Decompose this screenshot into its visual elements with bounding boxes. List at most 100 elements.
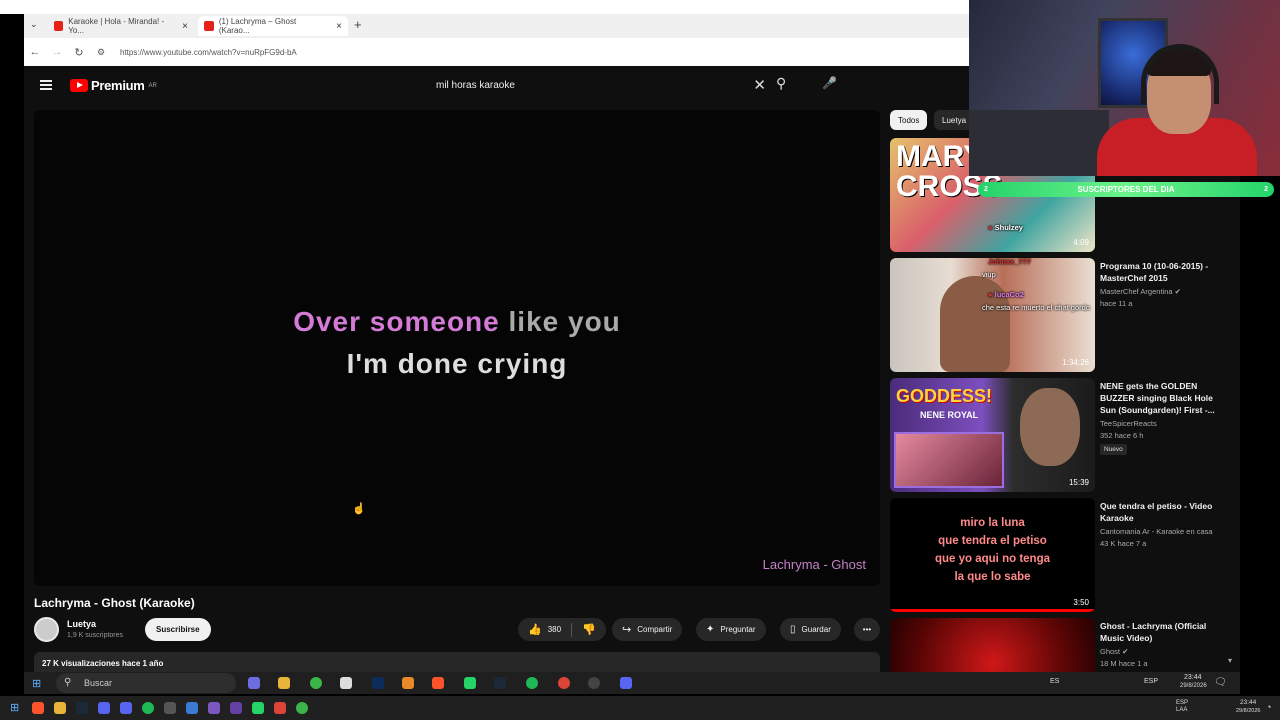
- subscribe-button[interactable]: Suscribirse: [145, 618, 211, 641]
- app-icon[interactable]: [208, 702, 220, 714]
- spotify-icon[interactable]: [142, 702, 154, 714]
- tab-lachryma-ghost[interactable]: (1) Lachryma – Ghost (Karao... ×: [198, 16, 348, 36]
- thumbs-down-icon[interactable]: 👎: [582, 623, 596, 636]
- sub-count-left: 2: [984, 186, 988, 193]
- recommendation-title[interactable]: Programa 10 (10-06-2015) - MasterChef 20…: [1100, 260, 1228, 284]
- brave-icon[interactable]: [432, 677, 444, 689]
- like-button[interactable]: 👍 380 👎: [518, 618, 606, 641]
- file-explorer-icon[interactable]: [54, 702, 66, 714]
- microphone-icon[interactable]: 🎤: [822, 76, 837, 90]
- thumbnail-face: [1020, 388, 1080, 466]
- scroll-down-icon[interactable]: ▾: [1228, 656, 1232, 665]
- recommendation-title[interactable]: NENE gets the GOLDEN BUZZER singing Blac…: [1100, 380, 1228, 416]
- lyric-rest: like you: [508, 306, 621, 337]
- lyric-line-2: I'm done crying: [346, 348, 568, 379]
- steam-icon[interactable]: [494, 677, 506, 689]
- tray-time: 23:44: [1184, 674, 1202, 681]
- brave-icon[interactable]: [32, 702, 44, 714]
- thumbnail-text: GODDESS!: [896, 386, 993, 406]
- app-icon[interactable]: [186, 702, 198, 714]
- chrome-icon[interactable]: [296, 702, 308, 714]
- close-tab-icon[interactable]: ×: [336, 21, 342, 32]
- chat-badge-icon: ●: [988, 223, 993, 232]
- forward-icon[interactable]: →: [46, 46, 68, 58]
- reload-icon[interactable]: ↻: [68, 46, 90, 59]
- app-icon[interactable]: [164, 702, 176, 714]
- youtube-favicon-icon: [54, 21, 64, 31]
- recommendation-item[interactable]: Ghost - Lachryma (Official Music Video) …: [890, 618, 1230, 672]
- notification-icon[interactable]: 🗨: [1214, 677, 1227, 688]
- recommendation-item[interactable]: 1:34:26 Programa 10 (10-06-2015) - Maste…: [890, 258, 1230, 372]
- ask-button[interactable]: ✦ Preguntar: [696, 618, 766, 641]
- site-info-icon[interactable]: ⚙: [90, 47, 112, 58]
- search-icon[interactable]: ⚲: [776, 75, 786, 92]
- thumbnail-lyric-line: la que lo sabe: [954, 571, 1031, 583]
- recommendation-item[interactable]: miro la luna que tendra el petiso que yo…: [890, 498, 1230, 612]
- taskbar-search-label: Buscar: [84, 678, 113, 688]
- file-explorer-icon[interactable]: [278, 677, 290, 689]
- tab-karaoke-hola[interactable]: Karaoke | Hola - Miranda! - Yo... ×: [48, 16, 194, 36]
- tray-language[interactable]: ESP: [1144, 678, 1158, 685]
- recommendation-title[interactable]: Ghost - Lachryma (Official Music Video): [1100, 620, 1228, 644]
- recommendation-item[interactable]: GODDESS! NENE ROYAL 15:39 NENE gets the …: [890, 378, 1230, 492]
- clear-search-icon[interactable]: ✕: [753, 76, 766, 94]
- new-tab-icon[interactable]: +: [354, 17, 362, 32]
- obs-icon[interactable]: [588, 677, 600, 689]
- windows-start-icon[interactable]: ⊞: [10, 701, 19, 714]
- share-button[interactable]: ↪ Compartir: [612, 618, 683, 641]
- twitch-icon[interactable]: [230, 702, 242, 714]
- app-icon[interactable]: [120, 702, 132, 714]
- chip-todos[interactable]: Todos: [890, 110, 928, 130]
- discord-icon[interactable]: [620, 677, 632, 689]
- subscriber-count: 1,9 K suscriptores: [67, 632, 124, 639]
- video-duration: 3:50: [1073, 598, 1089, 607]
- recommendation-title[interactable]: Que tendra el petiso - Video Karaoke: [1100, 500, 1228, 524]
- app-icon[interactable]: [402, 677, 414, 689]
- webcam-overlay: [969, 0, 1280, 176]
- tray-chevron-icon[interactable]: ES: [1050, 678, 1059, 685]
- video-thumbnail[interactable]: GODDESS! NENE ROYAL 15:39: [890, 378, 1095, 492]
- app-icon[interactable]: [340, 677, 352, 689]
- channel-avatar[interactable]: [34, 617, 59, 642]
- verified-icon: ✔: [1174, 287, 1181, 296]
- url-field[interactable]: https://www.youtube.com/watch?v=nuRpFG9d…: [120, 48, 297, 57]
- description-box[interactable]: 27 K visualizaciones hace 1 año: [34, 652, 880, 672]
- recommendation-meta: 352 hace 6 h: [1100, 431, 1144, 440]
- divider: [571, 622, 573, 637]
- recommendation-channel: TeeSpicerReacts: [1100, 419, 1157, 428]
- discord-icon[interactable]: [98, 702, 110, 714]
- recommendation-channel: MasterChef Argentina ✔: [1100, 287, 1181, 296]
- thumbnail-inset: [894, 432, 1004, 488]
- youtube-premium-logo[interactable]: Premium AR: [70, 78, 157, 93]
- steam-icon[interactable]: [76, 702, 88, 714]
- whatsapp-icon[interactable]: [464, 677, 476, 689]
- address-bar: ← → ↻ ⚙ https://www.youtube.com/watch?v=…: [24, 38, 970, 66]
- channel-name[interactable]: Luetya: [67, 619, 96, 629]
- taskbar-search-input[interactable]: ⚲ Buscar: [56, 673, 236, 693]
- video-thumbnail[interactable]: miro la luna que tendra el petiso que yo…: [890, 498, 1095, 612]
- video-player[interactable]: Over someone like you I'm done crying La…: [34, 110, 880, 586]
- more-actions-button[interactable]: •••: [854, 618, 880, 641]
- hamburger-menu-icon[interactable]: [40, 80, 52, 90]
- windows-start-icon[interactable]: ⊞: [32, 677, 41, 690]
- chrome-icon[interactable]: [558, 677, 570, 689]
- notification-icon[interactable]: ◔: [1266, 702, 1271, 712]
- chrome-icon[interactable]: [310, 677, 322, 689]
- video-thumbnail[interactable]: [890, 618, 1095, 672]
- search-input[interactable]: mil horas karaoke ✕: [426, 74, 766, 96]
- tab-list-icon[interactable]: ⌄: [30, 19, 38, 30]
- bookmark-icon: ▯: [790, 624, 796, 635]
- save-button[interactable]: ▯ Guardar: [780, 618, 841, 641]
- like-count: 380: [547, 625, 562, 634]
- stream-taskbar: ⊞ ⚲ Buscar ES ESP 23:44 29/8/2026 🗨: [24, 672, 1240, 694]
- photoshop-icon[interactable]: [372, 677, 384, 689]
- sub-bar-label: SUSCRIPTORES DEL DIA: [1077, 185, 1175, 194]
- tray-language[interactable]: ESP LAA: [1176, 700, 1188, 714]
- back-icon[interactable]: ←: [24, 46, 46, 58]
- copilot-icon[interactable]: [248, 677, 260, 689]
- app-icon[interactable]: [274, 702, 286, 714]
- spotify-icon[interactable]: [526, 677, 538, 689]
- close-tab-icon[interactable]: ×: [182, 21, 188, 32]
- whatsapp-icon[interactable]: [252, 702, 264, 714]
- windows-taskbar: ⊞ ESP LAA 23:44 29/8/2026 ◔: [0, 696, 1280, 720]
